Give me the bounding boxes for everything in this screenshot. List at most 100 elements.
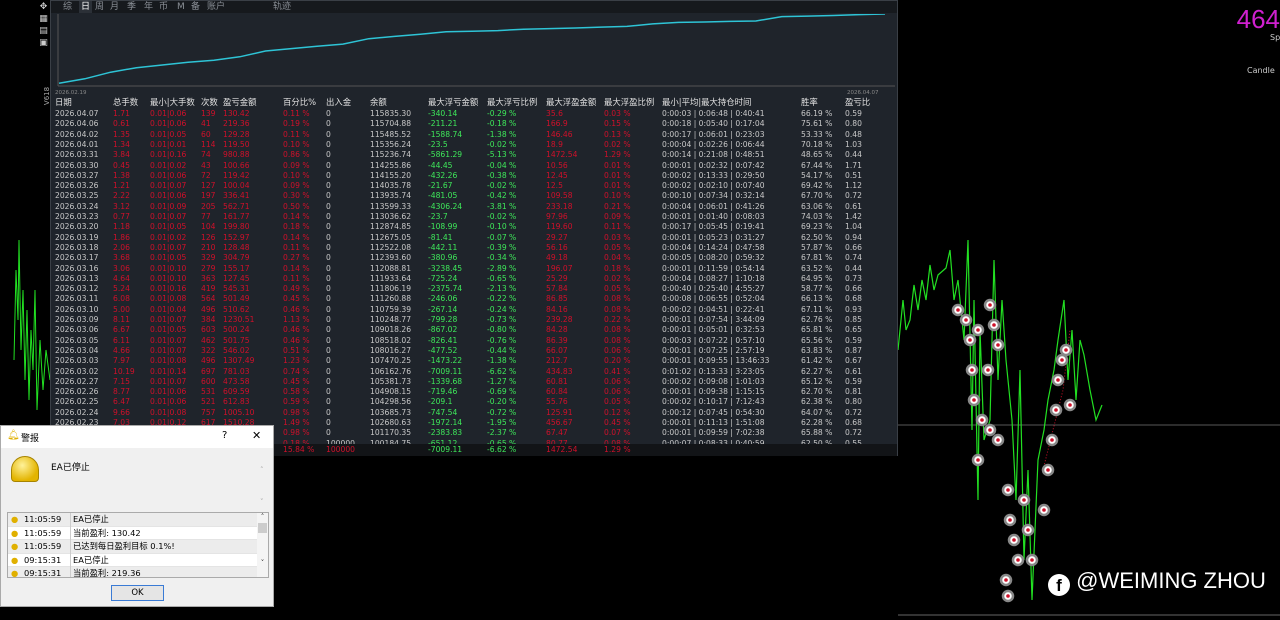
trade-marker-dot: [988, 428, 992, 432]
tab-7[interactable]: M: [177, 1, 185, 13]
cell: 0.81: [845, 387, 862, 397]
cell: 166.9: [546, 119, 568, 129]
equity-chart: 2026.02.19 2026.04.07: [55, 14, 895, 96]
cell: 161.77: [223, 212, 250, 221]
cell: 0.11 %: [604, 222, 631, 232]
tab-1[interactable]: 日: [79, 1, 93, 13]
message-scroll-down[interactable]: ˅: [260, 498, 264, 506]
cell: 0.11 %: [283, 242, 310, 252]
column-header[interactable]: 最大浮亏金额: [428, 97, 478, 107]
column-header[interactable]: 总手数: [113, 97, 138, 107]
help-button[interactable]: ?: [222, 430, 227, 441]
cell: 0.41 %: [604, 366, 631, 376]
cell: 233.18: [546, 201, 573, 211]
column-header[interactable]: 盈亏比: [845, 97, 870, 107]
cell: 0.09 %: [283, 181, 310, 191]
cell: 2026.03.20: [55, 222, 99, 232]
column-header[interactable]: 最大浮盈金额: [546, 97, 596, 107]
watermark: f @WEIMING ZHOU: [1048, 568, 1266, 596]
message-scroll-up[interactable]: ˄: [260, 466, 264, 474]
cell: 212.7: [546, 356, 568, 366]
tab-8[interactable]: 备: [191, 1, 200, 13]
alert-list-scrollbar[interactable]: ˄ ˅: [257, 513, 268, 577]
alert-item[interactable]: ● 11:05:59 EA已停止: [8, 513, 268, 527]
cell: -747.54: [428, 407, 458, 417]
alert-item[interactable]: ● 09:15:31 当前盈利: 219.36: [8, 567, 268, 577]
column-header[interactable]: 次数: [201, 97, 218, 107]
cell: 456.67: [546, 418, 573, 427]
column-header[interactable]: 盈亏金额: [223, 97, 257, 107]
tab-6[interactable]: 币: [159, 1, 168, 13]
tab-10[interactable]: 轨迹: [273, 1, 291, 13]
cell: 2026.03.31: [55, 150, 99, 160]
tab-5[interactable]: 年: [144, 1, 153, 13]
column-header[interactable]: 最小|平均|最大持仓时间: [662, 97, 751, 107]
alert-item[interactable]: ● 09:15:31 EA已停止: [8, 553, 268, 567]
cell: 0.98 %: [283, 428, 310, 438]
trade-marker-dot: [996, 438, 1000, 442]
cell: 86.85: [546, 294, 568, 304]
cell: 0.01 %: [604, 181, 631, 191]
cell: 279: [201, 263, 216, 273]
total-cell: 15.84 %: [283, 445, 315, 454]
ok-button[interactable]: OK: [111, 585, 164, 601]
cell: 0:00:04 | 0:14:24 | 0:47:58: [662, 242, 765, 252]
cell: 65.81 %: [801, 325, 833, 335]
cell: 111806.19: [370, 284, 412, 294]
cell: 0.01|0.05: [150, 222, 187, 232]
tab-3[interactable]: 月: [110, 1, 119, 13]
cell: 62.50 %: [801, 232, 833, 242]
trade-marker-dot: [972, 398, 976, 402]
cell: 1.86: [113, 232, 130, 242]
period-icon[interactable]: ▦: [38, 14, 49, 24]
cell: 2026.02.27: [55, 376, 99, 386]
cell: 0.21 %: [604, 201, 631, 211]
cell: 0.74 %: [283, 366, 310, 376]
list-icon[interactable]: ▣: [38, 38, 49, 48]
column-header[interactable]: 胜率: [801, 97, 818, 107]
crosshair-icon[interactable]: ✥: [38, 2, 49, 12]
column-header[interactable]: 最小|大手数: [150, 97, 195, 107]
cell: 74: [201, 150, 211, 160]
cell: 0: [326, 109, 331, 118]
cell: -0.07 %: [487, 232, 517, 242]
cell: 0:00:14 | 0:21:08 | 0:48:51: [662, 150, 765, 160]
cell: 111260.88: [370, 294, 412, 304]
tab-2[interactable]: 周: [95, 1, 104, 13]
cell: -481.05: [428, 191, 458, 201]
column-header[interactable]: 最大浮盈比例: [604, 97, 654, 107]
cell: 1005.10: [223, 407, 255, 417]
cell: 0: [326, 356, 331, 366]
close-button[interactable]: ✕: [252, 429, 261, 442]
cell: 199.80: [223, 222, 250, 232]
column-header[interactable]: 余额: [370, 97, 387, 107]
cell: 0:00:01 | 0:01:40 | 0:08:03: [662, 212, 765, 221]
cell: 62.76 %: [801, 315, 833, 324]
cell: 115704.88: [370, 119, 412, 129]
trade-marker-dot: [956, 308, 960, 312]
tab-4[interactable]: 季: [127, 1, 136, 13]
column-header[interactable]: 最大浮亏比例: [487, 97, 537, 107]
column-header[interactable]: 出入金: [326, 97, 351, 107]
template-icon[interactable]: ▤: [38, 26, 49, 36]
alert-item[interactable]: ● 11:05:59 已达到每日盈利目标 0.1%!: [8, 540, 268, 554]
trade-marker-dot: [1026, 528, 1030, 532]
column-header[interactable]: 日期: [55, 97, 72, 107]
cell: 546.02: [223, 345, 250, 355]
cell: -0.02 %: [487, 181, 517, 191]
cell: 0.01|0.02: [150, 160, 187, 170]
cell: 146.46: [546, 129, 573, 139]
cell: 0.12 %: [604, 407, 631, 417]
cell: 62.70 %: [801, 387, 833, 397]
cell: 197: [201, 191, 216, 201]
cell: 70.18 %: [801, 139, 833, 149]
alert-item[interactable]: ● 11:05:59 当前盈利: 130.42: [8, 526, 268, 540]
cell: 501.49: [223, 294, 250, 304]
cell: -0.24 %: [487, 304, 517, 314]
column-header[interactable]: 百分比%: [283, 97, 316, 107]
tab-0[interactable]: 综: [63, 1, 72, 13]
tab-9[interactable]: 账户: [207, 1, 225, 13]
cell: 6.47: [113, 397, 130, 407]
cell: 8.11: [113, 315, 130, 324]
cell: 53.33 %: [801, 129, 833, 139]
